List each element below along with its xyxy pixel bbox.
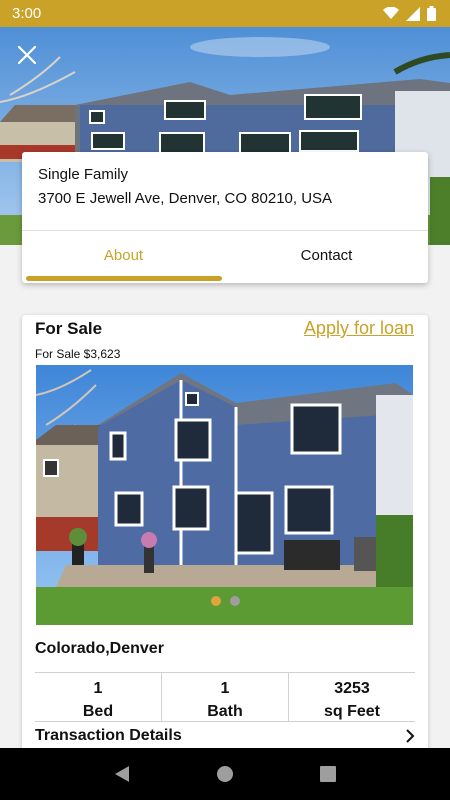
stat-value: 1 <box>220 680 230 697</box>
stat-label: Bath <box>207 703 243 720</box>
chevron-right-icon <box>406 729 415 743</box>
close-button[interactable] <box>12 40 42 70</box>
divider <box>22 230 428 231</box>
recents-button[interactable] <box>308 754 348 794</box>
listing-location: Colorado,Denver <box>35 640 164 657</box>
tab-indicator <box>26 276 222 281</box>
carousel-dot-active[interactable] <box>210 596 221 606</box>
home-button[interactable] <box>205 754 245 794</box>
carousel-dot[interactable] <box>229 596 240 606</box>
close-icon <box>18 46 36 64</box>
recents-icon <box>320 766 337 782</box>
listing-price: For Sale $3,623 <box>35 347 121 361</box>
property-info-card: Single Family 3700 E Jewell Ave, Denver,… <box>22 152 428 283</box>
stat-value: 3253 <box>334 680 370 697</box>
stat-area: 3253 sq Feet <box>288 673 415 721</box>
stat-bed: 1 Bed <box>35 673 161 721</box>
signal-icon <box>406 6 420 21</box>
property-photo <box>36 365 413 625</box>
home-icon <box>216 766 233 782</box>
back-button[interactable] <box>102 754 142 794</box>
apply-for-loan-link[interactable]: Apply for loan <box>304 318 414 339</box>
property-address: 3700 E Jewell Ave, Denver, CO 80210, USA <box>38 190 333 207</box>
listing-card: For Sale Apply for loan For Sale $3,623 <box>22 315 428 755</box>
wifi-icon <box>383 7 399 19</box>
tab-contact[interactable]: Contact <box>225 247 428 264</box>
status-bar: 3:00 <box>0 0 450 27</box>
navigation-bar <box>0 748 450 800</box>
property-photo-carousel[interactable] <box>36 365 413 625</box>
transaction-details-row[interactable]: Transaction Details <box>35 727 415 745</box>
status-time: 3:00 <box>12 5 42 22</box>
carousel-dots <box>22 596 428 606</box>
stat-label: sq Feet <box>323 703 380 720</box>
listing-status: For Sale <box>35 319 103 338</box>
status-icons <box>383 6 436 21</box>
stat-label: Bed <box>82 703 114 720</box>
back-icon <box>114 766 129 782</box>
property-type: Single Family <box>38 166 129 183</box>
battery-icon <box>427 6 436 21</box>
transaction-details-label: Transaction Details <box>35 727 182 744</box>
stat-value: 1 <box>93 680 103 697</box>
stat-bath: 1 Bath <box>161 673 288 721</box>
tab-about[interactable]: About <box>22 247 225 264</box>
property-stats: 1 Bed 1 Bath 3253 sq Feet <box>35 672 415 722</box>
